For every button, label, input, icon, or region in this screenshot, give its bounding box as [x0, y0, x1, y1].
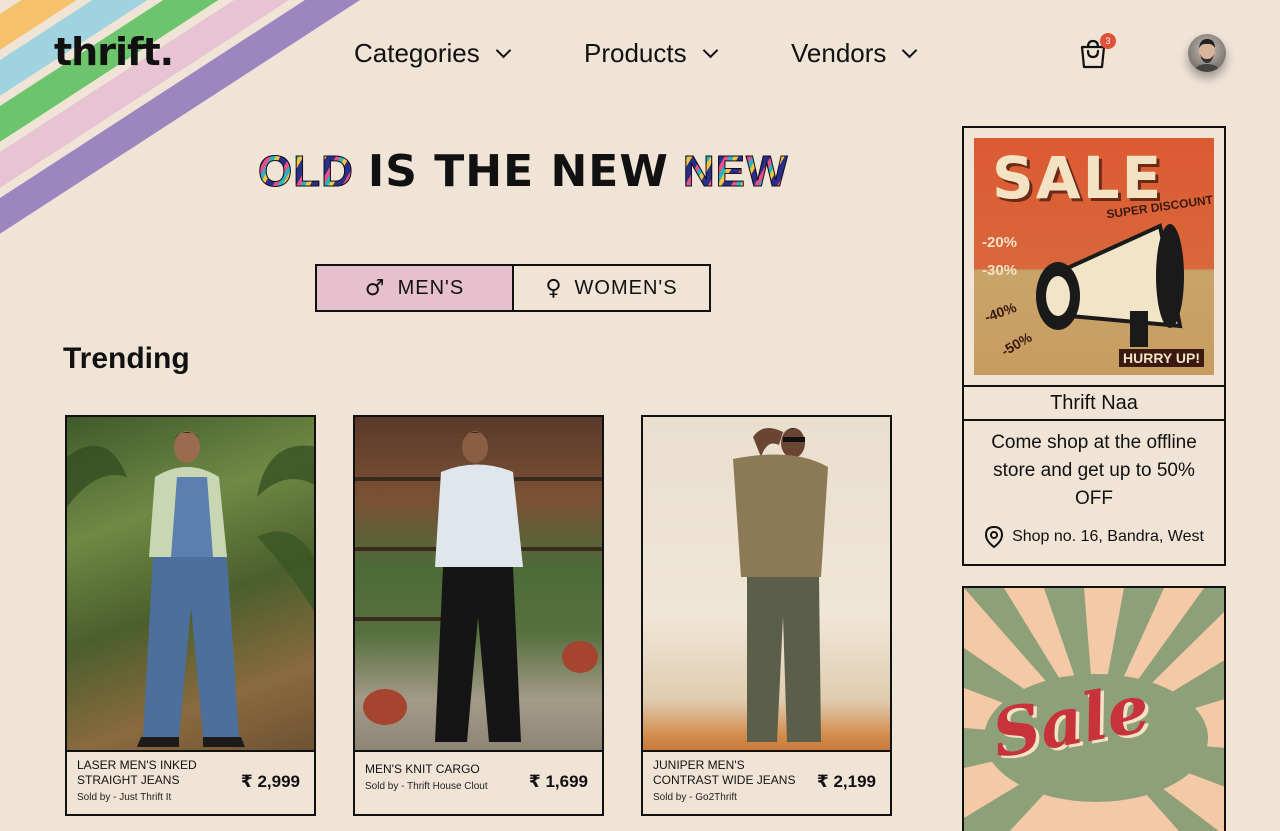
- male-icon: ♂: [364, 275, 386, 301]
- product-price: ₹ 2,199: [816, 772, 876, 791]
- product-card[interactable]: MEN'S KNIT CARGO Sold by - Thrift House …: [353, 415, 604, 816]
- product-image: [67, 417, 314, 752]
- product-price: ₹ 2,999: [240, 772, 300, 791]
- product-info: MEN'S KNIT CARGO Sold by - Thrift House …: [355, 752, 602, 814]
- chevron-down-icon: [902, 42, 918, 59]
- headline: OLD IS THE NEW NEW: [258, 146, 789, 197]
- promo-location: Shop no. 16, Bandra, West: [964, 525, 1224, 549]
- nav-products[interactable]: Products: [584, 38, 764, 69]
- product-info: JUNIPER MEN'S CONTRAST WIDE JEANS Sold b…: [643, 752, 890, 814]
- location-pin-icon: [985, 525, 1004, 549]
- promo-description: Come shop at the offline store and get u…: [991, 432, 1197, 509]
- womens-tab[interactable]: ♀ WOMEN'S: [514, 266, 709, 310]
- headline-new: NEW: [682, 146, 789, 196]
- chevron-down-icon: [495, 42, 512, 59]
- headline-old: OLD: [258, 146, 354, 196]
- womens-tab-label: WOMEN'S: [574, 276, 678, 299]
- chevron-down-icon: [702, 42, 718, 59]
- nav-vendors-label: Vendors: [791, 38, 887, 68]
- gender-toggle: ♂ MEN'S ♀ WOMEN'S: [315, 264, 711, 312]
- mens-tab-label: MEN'S: [397, 276, 465, 299]
- sale-banner[interactable]: Sale: [962, 586, 1226, 831]
- product-price: ₹ 1,699: [528, 772, 588, 791]
- product-info: LASER MEN'S INKED STRAIGHT JEANS Sold by…: [67, 752, 314, 814]
- nav-categories-label: Categories: [354, 38, 480, 68]
- product-name: LASER MEN'S INKED STRAIGHT JEANS: [77, 758, 197, 787]
- nav-vendors[interactable]: Vendors: [791, 38, 971, 69]
- product-seller: Sold by - Just Thrift It: [77, 792, 172, 803]
- megaphone-icon: [1036, 223, 1184, 347]
- promo-store-name: Thrift Naa: [964, 387, 1224, 421]
- cart-count-badge: 3: [1100, 33, 1116, 49]
- poster-sale-text: SALE: [992, 144, 1164, 212]
- product-name: JUNIPER MEN'S CONTRAST WIDE JEANS: [653, 758, 796, 787]
- headline-middle: IS THE NEW: [367, 146, 669, 197]
- promo-image: SALE SUPER DISCOUNT -20% -30% -40% -50% …: [964, 128, 1224, 387]
- mens-tab[interactable]: ♂ MEN'S: [317, 266, 514, 310]
- product-card[interactable]: LASER MEN'S INKED STRAIGHT JEANS Sold by…: [65, 415, 316, 816]
- brand-logo[interactable]: thrift.: [54, 30, 174, 74]
- product-image: [643, 417, 890, 752]
- nav-categories[interactable]: Categories: [354, 38, 554, 69]
- section-title-trending: Trending: [63, 342, 190, 375]
- female-icon: ♀: [545, 275, 563, 301]
- nav-products-label: Products: [584, 38, 687, 68]
- poster-hurry: HURRY UP!: [1118, 349, 1204, 367]
- promo-card[interactable]: SALE SUPER DISCOUNT -20% -30% -40% -50% …: [962, 126, 1226, 566]
- product-name: MEN'S KNIT CARGO: [365, 762, 480, 776]
- sale-poster: SALE SUPER DISCOUNT -20% -30% -40% -50% …: [974, 138, 1214, 375]
- promo-location-text: Shop no. 16, Bandra, West: [1012, 528, 1204, 545]
- product-card[interactable]: JUNIPER MEN'S CONTRAST WIDE JEANS Sold b…: [641, 415, 892, 816]
- poster-discount-2: -30%: [982, 262, 1018, 279]
- product-image: [355, 417, 602, 752]
- avatar[interactable]: [1188, 34, 1226, 72]
- cart-button[interactable]: 3: [1078, 33, 1116, 70]
- poster-discount-3: -40%: [982, 298, 1019, 326]
- poster-discount-1: -20%: [982, 234, 1018, 251]
- user-photo: [1194, 39, 1220, 72]
- product-seller: Sold by - Go2Thrift: [653, 792, 737, 803]
